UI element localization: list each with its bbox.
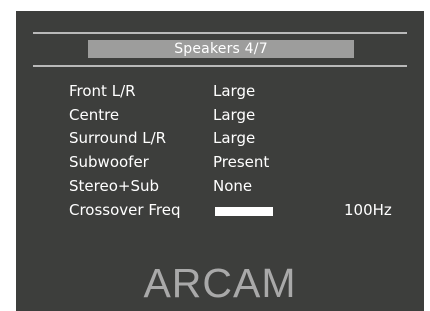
setting-row-surround[interactable]: Surround L/R Large: [69, 128, 409, 152]
setting-label-front: Front L/R: [69, 82, 136, 100]
setting-value-crossover: 100Hz: [344, 201, 392, 219]
menu-title: Speakers 4/7: [174, 41, 268, 57]
osd-screen: Speakers 4/7 Front L/R Large Centre Larg…: [16, 11, 424, 311]
setting-label-crossover: Crossover Freq: [69, 201, 181, 219]
setting-value-front[interactable]: Large: [213, 81, 255, 101]
setting-row-crossover[interactable]: Crossover Freq 100Hz: [69, 200, 409, 224]
title-divider: [33, 65, 407, 67]
crossover-level-bar[interactable]: [215, 207, 273, 216]
setting-value-surround[interactable]: Large: [213, 128, 255, 148]
arcam-logo: ARCAM: [143, 260, 297, 306]
setting-label-surround: Surround L/R: [69, 129, 167, 147]
setting-label-subwoofer: Subwoofer: [69, 153, 149, 171]
setting-label-centre: Centre: [69, 106, 120, 124]
setting-value-subwoofer[interactable]: Present: [213, 152, 269, 172]
setting-value-centre[interactable]: Large: [213, 105, 255, 125]
setting-row-stereo-sub[interactable]: Stereo+Sub None: [69, 176, 409, 200]
setting-label-stereo-sub: Stereo+Sub: [69, 177, 159, 195]
setting-value-stereo-sub[interactable]: None: [213, 176, 252, 196]
top-divider: [33, 32, 407, 34]
crossover-level-fill: [215, 207, 273, 216]
menu-title-bar: Speakers 4/7: [88, 40, 354, 58]
setting-row-front[interactable]: Front L/R Large: [69, 81, 409, 105]
setting-row-centre[interactable]: Centre Large: [69, 105, 409, 129]
setting-row-subwoofer[interactable]: Subwoofer Present: [69, 152, 409, 176]
